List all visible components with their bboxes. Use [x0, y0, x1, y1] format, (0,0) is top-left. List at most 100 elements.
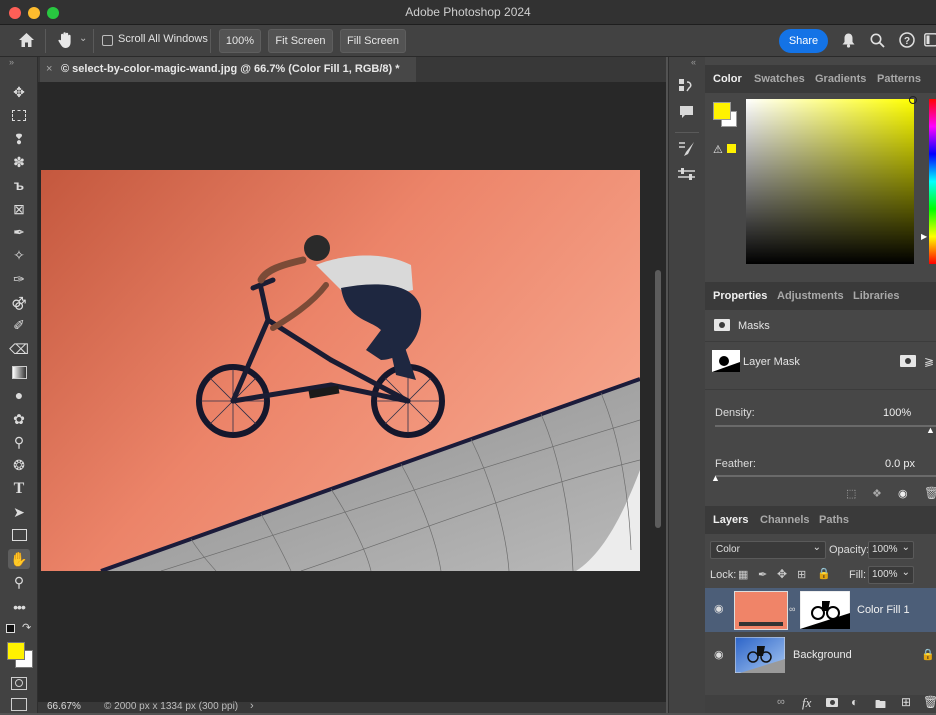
tab-properties[interactable]: Properties — [713, 282, 767, 310]
search-icon[interactable] — [870, 33, 885, 48]
fill-screen-button[interactable]: Fill Screen — [340, 29, 406, 53]
lock-image-pixels-icon[interactable]: ✒ — [758, 568, 767, 581]
collapse-panels-icon[interactable]: « — [691, 57, 696, 67]
new-adjustment-layer-icon[interactable]: ◐ — [851, 695, 858, 709]
tab-swatches[interactable]: Swatches — [754, 65, 805, 93]
layer-row[interactable]: ◉ Background 🔒 — [705, 633, 936, 677]
expand-toolbar-icon[interactable]: » — [9, 57, 14, 67]
layer-visibility-icon[interactable]: ◉ — [714, 602, 724, 615]
magic-wand-tool-icon[interactable]: ✽ — [8, 152, 30, 172]
move-tool-icon[interactable]: ✥ — [8, 82, 30, 102]
density-value[interactable]: 100% — [883, 407, 911, 419]
new-group-icon[interactable]: 🖿 — [875, 696, 886, 715]
color-field[interactable] — [746, 96, 917, 264]
document-info[interactable]: © 2000 px x 1334 px (300 ppi) — [104, 701, 238, 712]
workspace-icon[interactable] — [924, 33, 936, 47]
tab-adjustments[interactable]: Adjustments — [777, 282, 844, 310]
link-layers-icon[interactable]: ∞ — [777, 696, 785, 708]
gamut-warning-icon[interactable]: ⚠ — [713, 143, 723, 156]
tool-preset-chevron-icon[interactable]: ⌄ — [79, 33, 87, 44]
lock-artboard-icon[interactable]: ⊞ — [797, 568, 806, 581]
zoom-100-button[interactable]: 100% — [219, 29, 261, 53]
layer-row[interactable]: ◉ ∞ Color Fill 1 — [705, 588, 936, 632]
background-layer-thumbnail[interactable] — [735, 637, 785, 673]
hand-tool-icon[interactable] — [58, 31, 74, 49]
lock-position-icon[interactable]: ✥ — [777, 567, 787, 581]
delete-mask-icon[interactable]: 🗑 — [924, 486, 936, 500]
brush-tool-icon[interactable]: ✑ — [8, 269, 30, 289]
dodge-tool-icon[interactable]: ✿ — [8, 409, 30, 429]
load-selection-icon[interactable]: ⬚ — [846, 487, 856, 500]
zoom-tool-icon[interactable]: ⚲ — [8, 572, 30, 592]
apply-mask-icon[interactable]: ❖ — [872, 487, 882, 500]
quick-mask-icon[interactable] — [11, 677, 27, 690]
clone-stamp-tool-icon[interactable]: ⚣ — [8, 292, 30, 312]
default-colors-icon[interactable] — [6, 624, 15, 633]
notifications-bell-icon[interactable] — [842, 33, 855, 48]
healing-brush-tool-icon[interactable]: ✧ — [8, 245, 30, 265]
eraser-tool-icon[interactable]: ⌫ — [8, 339, 30, 359]
blend-mode-dropdown[interactable]: Color ⌄ — [710, 541, 826, 559]
swap-colors-icon[interactable]: ↷ — [22, 621, 31, 634]
tab-libraries[interactable]: Libraries — [853, 282, 899, 310]
layer-fill-thumbnail[interactable] — [734, 591, 788, 630]
rectangle-tool-icon[interactable] — [8, 525, 30, 545]
in-gamut-swatch[interactable] — [727, 144, 736, 153]
adjustments-sliders-icon[interactable] — [678, 167, 695, 181]
layer-name[interactable]: Color Fill 1 — [857, 604, 910, 616]
brush-settings-icon[interactable] — [679, 141, 695, 157]
tab-color[interactable]: Color — [713, 65, 742, 93]
tab-paths[interactable]: Paths — [819, 506, 849, 534]
foreground-color-swatch[interactable] — [7, 642, 25, 660]
gradient-tool-icon[interactable] — [8, 362, 30, 382]
history-icon[interactable] — [679, 79, 693, 95]
layer-mask-preview[interactable] — [800, 591, 850, 629]
smudge-tool-icon[interactable]: ⚲ — [8, 432, 30, 452]
new-layer-icon[interactable]: ⊞ — [901, 695, 911, 709]
history-brush-tool-icon[interactable]: ✐ — [8, 315, 30, 335]
delete-layer-icon[interactable]: 🗑 — [923, 695, 936, 709]
hue-slider-handle[interactable]: ▶ — [921, 232, 927, 241]
lock-transparent-pixels-icon[interactable]: ▦ — [738, 568, 748, 581]
panel-foreground-color[interactable] — [713, 102, 731, 120]
tab-patterns[interactable]: Patterns — [877, 65, 921, 93]
feather-value[interactable]: 0.0 px — [885, 458, 915, 470]
status-menu-arrow[interactable]: › — [250, 700, 254, 712]
density-slider[interactable] — [715, 425, 936, 427]
add-mask-icon[interactable] — [826, 698, 838, 707]
frame-tool-icon[interactable]: ⊠ — [8, 199, 30, 219]
zoom-level[interactable]: 66.67% — [47, 701, 81, 712]
layer-name[interactable]: Background — [793, 649, 852, 661]
comments-icon[interactable] — [679, 105, 694, 119]
screen-mode-icon[interactable] — [11, 698, 27, 711]
mask-link-icon[interactable]: ∞ — [789, 604, 795, 614]
tab-channels[interactable]: Channels — [760, 506, 810, 534]
marquee-tool-icon[interactable] — [8, 105, 30, 125]
feather-slider-handle[interactable]: ▲ — [711, 473, 720, 483]
opacity-field[interactable]: 100% ⌄ — [868, 541, 914, 559]
more-tools-icon[interactable]: ••• — [8, 597, 30, 617]
close-document-icon[interactable]: × — [46, 57, 52, 82]
help-icon[interactable]: ? — [899, 32, 915, 48]
layer-visibility-icon[interactable]: ◉ — [714, 648, 724, 661]
hue-slider[interactable] — [929, 99, 936, 264]
density-slider-handle[interactable]: ▲ — [926, 425, 935, 435]
layer-lock-icon[interactable]: 🔒 — [921, 648, 935, 661]
vertical-scrollbar-thumb[interactable] — [655, 270, 661, 528]
feather-slider[interactable] — [715, 475, 936, 477]
lock-all-icon[interactable]: 🔒 — [817, 567, 831, 580]
eyedropper-tool-icon[interactable]: ✒ — [8, 222, 30, 242]
hand-tool-icon[interactable]: ✋ — [8, 549, 30, 569]
tab-layers[interactable]: Layers — [713, 506, 748, 534]
lasso-tool-icon[interactable]: ❢ — [8, 129, 30, 149]
path-selection-tool-icon[interactable]: ➤ — [8, 502, 30, 522]
pixel-mask-icon[interactable] — [900, 355, 916, 367]
document-tab[interactable]: × © select-by-color-magic-wand.jpg @ 66.… — [40, 57, 416, 82]
share-button[interactable]: Share — [779, 29, 828, 53]
toggle-mask-visibility-icon[interactable]: ◉ — [898, 487, 908, 500]
document-image[interactable] — [41, 170, 640, 571]
fit-screen-button[interactable]: Fit Screen — [268, 29, 333, 53]
tab-gradients[interactable]: Gradients — [815, 65, 866, 93]
pen-tool-icon[interactable]: ❂ — [8, 455, 30, 475]
home-icon[interactable] — [19, 33, 34, 47]
